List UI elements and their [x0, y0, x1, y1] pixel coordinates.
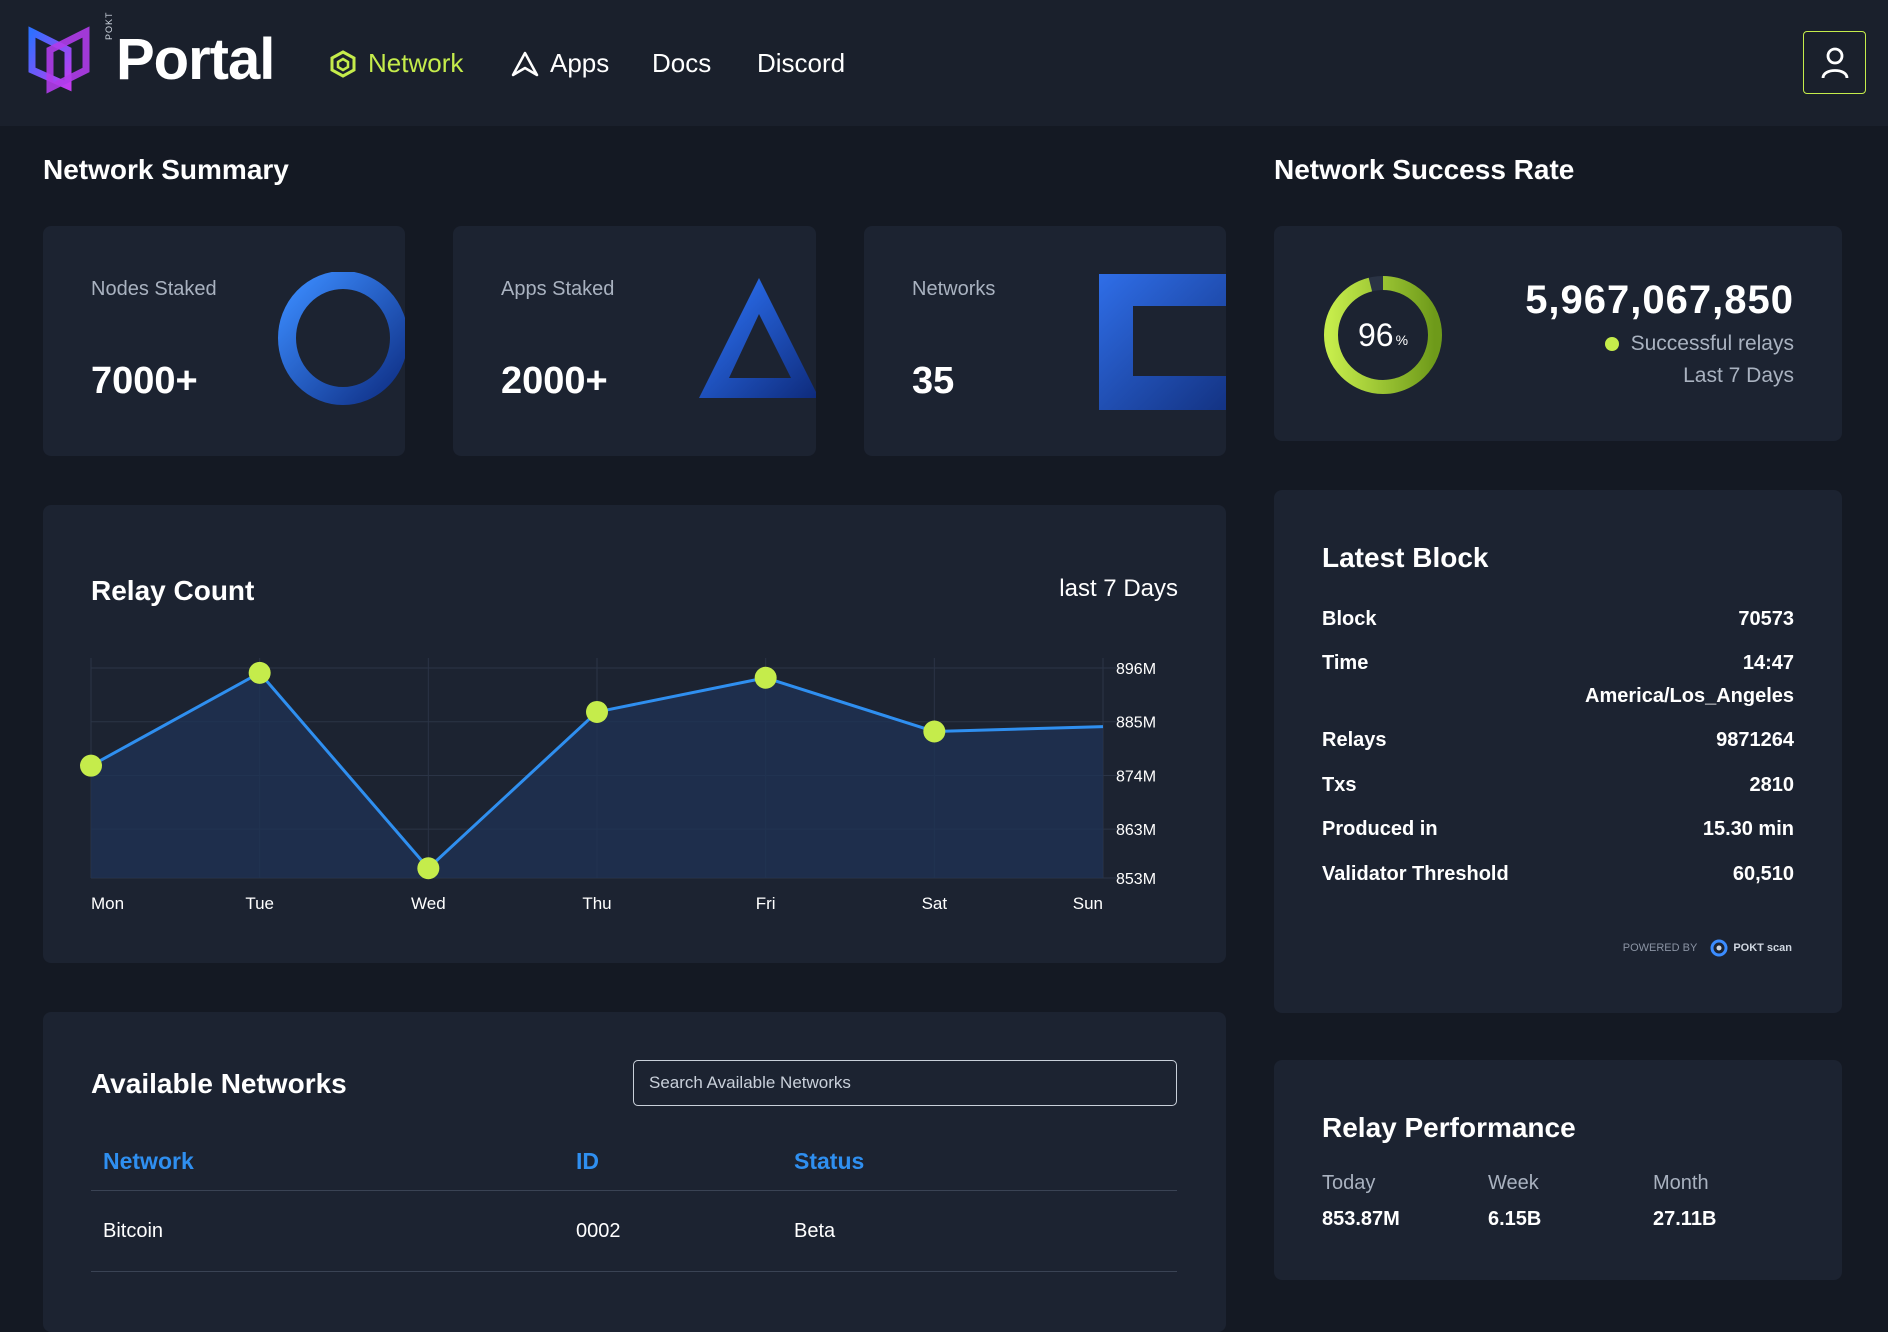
success-period: Last 7 Days [1683, 364, 1794, 387]
pokt-scan-label: POKT scan [1733, 942, 1792, 954]
data-point[interactable] [754, 666, 777, 689]
block-label: Block [1322, 608, 1377, 630]
apps-icon [511, 51, 539, 76]
ring-shape-icon [278, 272, 405, 405]
networks-label: Networks [912, 278, 996, 300]
column-header-status[interactable]: Status [794, 1148, 864, 1175]
triangle-shape-icon [699, 278, 816, 398]
nav-apps[interactable]: Apps [510, 48, 609, 79]
validator-threshold-value: 60,510 [1732, 863, 1794, 885]
pokt-scan-logo: POKT scan [1709, 938, 1792, 958]
network-summary-title: Network Summary [43, 154, 289, 185]
network-icon [330, 49, 356, 78]
perf-week-label: Week [1488, 1172, 1539, 1194]
nodes-staked-label: Nodes Staked [91, 278, 217, 300]
success-donut: 96% [1322, 274, 1444, 396]
networks-card: Networks 35 [864, 226, 1226, 456]
y-tick-label: 896M [1116, 661, 1156, 678]
successful-relays-total: 5,967,067,850 [1525, 278, 1794, 322]
apps-staked-card: Apps Staked 2000+ [453, 226, 816, 456]
y-tick-label: 885M [1116, 715, 1156, 732]
time-label: Time [1322, 652, 1369, 674]
success-percent-value: 96 [1357, 316, 1394, 353]
produced-in-label: Produced in [1322, 818, 1438, 840]
pokt-scan-icon [1710, 939, 1728, 957]
nav-apps-label: Apps [550, 48, 610, 78]
available-networks-title: Available Networks [91, 1068, 347, 1099]
txs-value: 2810 [1749, 774, 1795, 796]
relay-count-card: Relay Count last 7 Days 896M 885M 874M 863M… [43, 505, 1226, 963]
relay-performance-card: Relay Performance Today 853.87M Week 6.1… [1274, 1060, 1842, 1280]
column-header-network[interactable]: Network [103, 1148, 194, 1175]
perf-week-value: 6.15B [1488, 1208, 1542, 1230]
nav-discord[interactable]: Discord [757, 48, 845, 79]
data-point[interactable] [417, 857, 440, 880]
relay-count-chart: 896M 885M 874M 863M 853M Mon Tue Wed Thu Fri Sat Su… [80, 658, 1156, 913]
time-value: 14:47 [1742, 652, 1794, 674]
relays-label: Relays [1322, 729, 1387, 751]
table-header-divider [91, 1190, 1177, 1191]
x-tick-label: Tue [245, 894, 274, 913]
x-tick-label: Thu [582, 894, 611, 913]
top-navbar: POKT Portal Network Apps Docs Discord [0, 0, 1888, 126]
successful-relays-label: Successful relays [1630, 332, 1794, 355]
y-tick-label: 853M [1116, 871, 1156, 888]
user-account-button[interactable] [1803, 31, 1866, 94]
y-tick-label: 863M [1116, 822, 1156, 839]
successful-relays-caption: Successful relays [1604, 332, 1794, 356]
timezone-value: America/Los_Angeles [1585, 685, 1794, 707]
square-shape-icon [1099, 274, 1226, 410]
powered-by-label: POWERED BY [1622, 942, 1698, 954]
data-point[interactable] [923, 720, 946, 743]
success-percent-unit: % [1395, 332, 1409, 348]
success-rate-title: Network Success Rate [1274, 154, 1575, 185]
perf-today-value: 853.87M [1322, 1208, 1400, 1230]
brand-subtitle: POKT [104, 11, 114, 40]
x-tick-label: Sat [922, 894, 948, 913]
apps-staked-label: Apps Staked [501, 278, 615, 300]
latest-block-title: Latest Block [1322, 542, 1489, 573]
networks-value: 35 [912, 360, 955, 402]
perf-month-label: Month [1653, 1172, 1709, 1194]
user-icon [1821, 47, 1848, 78]
nav-docs[interactable]: Docs [652, 48, 711, 79]
success-percent: 96% [1322, 274, 1444, 396]
table-row-divider [91, 1271, 1177, 1272]
nodes-staked-card: Nodes Staked 7000+ [43, 226, 405, 456]
id-cell: 0002 [576, 1220, 621, 1242]
produced-in-value: 15.30 min [1702, 818, 1794, 840]
status-cell: Beta [794, 1220, 836, 1242]
x-tick-label: Fri [756, 894, 776, 913]
nav-discord-label: Discord [757, 48, 846, 78]
portal-logo-icon[interactable] [28, 26, 90, 101]
x-tick-label: Wed [411, 894, 446, 913]
nodes-staked-value: 7000+ [91, 360, 198, 402]
validator-threshold-label: Validator Threshold [1322, 863, 1509, 885]
success-rate-card: 96% 5,967,067,850 Successful relays Last… [1274, 226, 1842, 441]
x-tick-label: Sun [1073, 894, 1103, 913]
apps-staked-value: 2000+ [501, 360, 608, 402]
txs-label: Txs [1322, 774, 1357, 796]
nav-docs-label: Docs [652, 48, 712, 78]
relay-performance-title: Relay Performance [1322, 1112, 1576, 1143]
data-point[interactable] [248, 661, 271, 684]
latest-block-card: Latest Block Block 70573 Time 14:47 Amer… [1274, 490, 1842, 1013]
data-point[interactable] [586, 700, 608, 723]
y-tick-label: 874M [1116, 768, 1156, 785]
network-cell: Bitcoin [103, 1220, 164, 1242]
block-value: 70573 [1738, 608, 1794, 630]
column-header-id[interactable]: ID [576, 1148, 599, 1175]
relays-value: 9871264 [1716, 729, 1794, 751]
available-networks-card: Available Networks Network ID Status Bit… [43, 1012, 1226, 1332]
nav-network[interactable]: Network [328, 48, 463, 79]
legend-dot-icon [1604, 337, 1619, 351]
nav-network-label: Network [368, 48, 464, 78]
data-point[interactable] [80, 754, 102, 777]
search-networks-input[interactable] [633, 1060, 1177, 1106]
brand-name[interactable]: Portal [116, 26, 275, 93]
powered-by[interactable]: POWERED BY POKT scan [1623, 938, 1792, 958]
x-tick-label: Mon [91, 894, 124, 913]
perf-today-label: Today [1322, 1172, 1376, 1194]
perf-month-value: 27.11B [1653, 1208, 1717, 1230]
